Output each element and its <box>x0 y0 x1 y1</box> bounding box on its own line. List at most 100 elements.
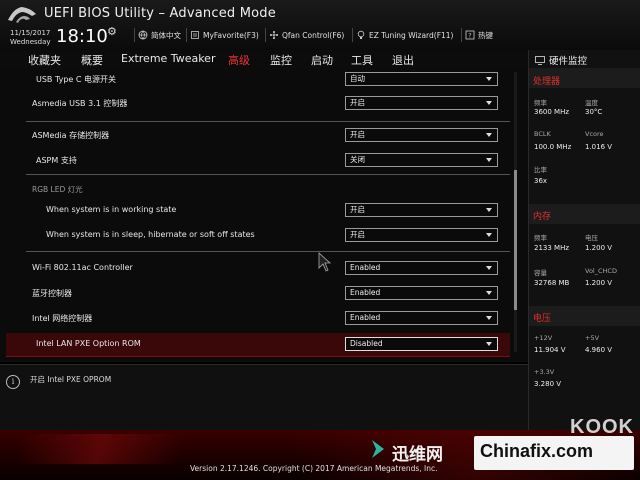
setting-dropdown[interactable]: Enabled <box>345 286 498 300</box>
ez-tuning-wizard-label: EZ Tuning Wizard(F11) <box>369 30 454 40</box>
tab-extreme-tweaker[interactable]: Extreme Tweaker <box>121 52 215 65</box>
svg-text:?: ? <box>468 33 471 40</box>
dropdown-value: 自动 <box>350 74 365 83</box>
watermark-kook: KOOK <box>570 416 634 438</box>
vol-chcd-value: 1.200 V <box>585 279 613 287</box>
hardware-monitor-panel: 硬件监控 处理器 频率 3600 MHz 温度 30°C BCLK 100.0 … <box>528 50 640 430</box>
setting-dropdown[interactable]: 开启 <box>345 228 498 242</box>
section-divider <box>26 121 510 122</box>
header-separator <box>352 28 353 42</box>
setting-row-usb-type-c-power[interactable]: USB Type C 电源开关 自动 <box>0 70 512 92</box>
setting-row-asmedia-usb31[interactable]: Asmedia USB 3.1 控制器 开启 <box>0 92 512 116</box>
xunwei-logo-icon <box>370 438 392 465</box>
v33-label: +3.3V <box>534 368 555 376</box>
watermark-xunwei: 迅维网 <box>370 438 443 465</box>
chevron-down-icon <box>486 291 492 295</box>
myfavorite-button[interactable]: MyFavorite(F3) <box>190 28 259 42</box>
time-settings-gear-icon[interactable]: ⚙ <box>107 25 117 38</box>
dropdown-value: Enabled <box>350 263 381 272</box>
chevron-down-icon <box>486 77 492 81</box>
header-bar: UEFI BIOS Utility – Advanced Mode 11/15/… <box>0 0 640 52</box>
setting-dropdown[interactable]: 关闭 <box>345 153 498 167</box>
setting-row-rgb-working-state[interactable]: When system is in working state 开启 <box>0 199 512 223</box>
setting-dropdown[interactable]: 开启 <box>345 128 498 142</box>
vcore-label: Vcore <box>585 130 604 138</box>
ez-tuning-wizard-button[interactable]: EZ Tuning Wizard(F11) <box>356 28 453 42</box>
memory-freq-value: 2133 MHz <box>534 244 570 252</box>
qfan-control-label: Qfan Control(F6) <box>282 30 345 40</box>
scrollbar-thumb[interactable] <box>514 170 517 310</box>
memory-volt-value: 1.200 V <box>585 244 613 252</box>
setting-label: Intel 网络控制器 <box>32 314 93 323</box>
monitor-icon <box>535 55 545 65</box>
hardware-monitor-title: 硬件监控 <box>535 53 587 67</box>
chevron-down-icon <box>486 158 492 162</box>
vol-chcd-label: Vol_CHCD <box>585 267 617 275</box>
setting-row-wifi-controller[interactable]: Wi-Fi 802.11ac Controller Enabled <box>0 257 512 281</box>
setting-dropdown[interactable]: 开启 <box>345 96 498 110</box>
setting-row-aspm-support[interactable]: ASPM 支持 关闭 <box>0 149 512 173</box>
setting-row-bluetooth-controller[interactable]: 蓝牙控制器 Enabled <box>0 282 512 306</box>
dropdown-value: Enabled <box>350 313 381 322</box>
favorite-icon <box>190 30 200 40</box>
chevron-down-icon <box>486 233 492 237</box>
setting-row-asmedia-storage[interactable]: ASMedia 存储控制器 开启 <box>0 124 512 148</box>
language-label: 简体中文 <box>151 30 181 40</box>
tab-tool[interactable]: 工具 <box>351 52 373 68</box>
mouse-cursor-icon <box>318 252 332 272</box>
chevron-down-icon <box>486 133 492 137</box>
vcore-value: 1.016 V <box>585 143 613 151</box>
dropdown-value: 开启 <box>350 98 365 107</box>
cpu-ratio-label: 比率 <box>534 166 547 174</box>
footer-decoration <box>20 434 220 464</box>
v12-label: +12V <box>534 334 553 342</box>
time-display: 18:10 <box>56 26 108 47</box>
memory-freq-label: 频率 <box>534 234 547 242</box>
cpu-temp-label: 温度 <box>585 99 598 107</box>
group-label-rgb-led: RGB LED 灯光 <box>32 185 83 194</box>
hotkey-label: 热键 <box>478 30 493 40</box>
v5-label: +5V <box>585 334 600 342</box>
section-divider <box>26 251 510 252</box>
setting-label: ASPM 支持 <box>36 156 77 165</box>
tab-boot[interactable]: 启动 <box>311 52 333 68</box>
setting-row-intel-lan-pxe-rom[interactable]: Intel LAN PXE Option ROM Disabled <box>6 333 510 357</box>
qfan-control-button[interactable]: Qfan Control(F6) <box>269 28 344 42</box>
version-text: Version 2.17.1246. Copyright (C) 2017 Am… <box>190 464 438 473</box>
setting-dropdown[interactable]: Disabled <box>345 337 498 351</box>
tab-advanced[interactable]: 高级 <box>228 52 250 68</box>
weekday-text: Wednesday <box>10 38 51 46</box>
v5-value: 4.960 V <box>585 346 613 354</box>
bulb-icon <box>356 30 366 40</box>
tab-favorites[interactable]: 收藏夹 <box>28 52 61 68</box>
hotkey-button[interactable]: ? 热键 <box>465 28 493 42</box>
bclk-label: BCLK <box>534 130 551 138</box>
globe-icon <box>138 30 148 40</box>
help-bar: i 开启 Intel PXE OPROM <box>0 364 528 430</box>
tab-exit[interactable]: 退出 <box>392 52 414 68</box>
setting-row-rgb-sleep-state[interactable]: When system is in sleep, hibernate or so… <box>0 224 512 248</box>
cpu-section-title: 处理器 <box>533 77 561 87</box>
header-separator <box>265 28 266 42</box>
tab-monitor[interactable]: 监控 <box>270 52 292 68</box>
language-button[interactable]: 简体中文 <box>138 28 181 42</box>
v12-value: 11.904 V <box>534 346 566 354</box>
setting-label: USB Type C 电源开关 <box>36 75 117 84</box>
memory-section-title: 内存 <box>533 212 552 222</box>
setting-dropdown[interactable]: 自动 <box>345 72 498 86</box>
cpu-freq-value: 3600 MHz <box>534 108 570 116</box>
setting-dropdown[interactable]: Enabled <box>345 311 498 325</box>
setting-row-intel-network-controller[interactable]: Intel 网络控制器 Enabled <box>0 307 512 331</box>
main-menu: 收藏夹 概要 Extreme Tweaker 高级 监控 启动 工具 退出 <box>0 50 528 70</box>
watermark-xunwei-text: 迅维网 <box>392 445 443 465</box>
v33-value: 3.280 V <box>534 380 562 388</box>
setting-dropdown[interactable]: Enabled <box>345 261 498 275</box>
dropdown-value: 开启 <box>350 230 365 239</box>
memory-capacity-label: 容量 <box>534 269 547 277</box>
help-text: 开启 Intel PXE OPROM <box>30 375 112 384</box>
setting-dropdown[interactable]: 开启 <box>345 203 498 217</box>
setting-label: 蓝牙控制器 <box>32 289 72 298</box>
myfavorite-label: MyFavorite(F3) <box>203 30 259 40</box>
tab-main[interactable]: 概要 <box>81 52 103 68</box>
rog-logo-icon <box>8 7 36 23</box>
